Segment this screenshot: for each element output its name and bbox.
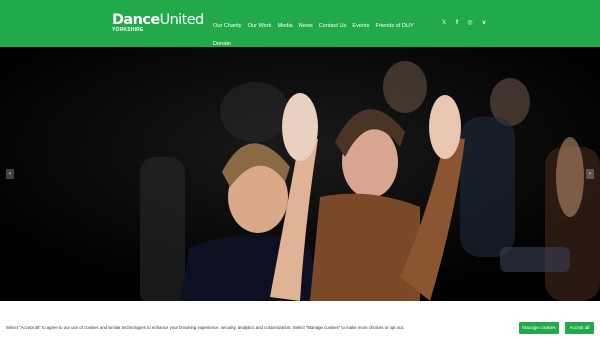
- hero-slider: ‹ ›: [0, 47, 600, 301]
- slider-prev-button[interactable]: ‹: [6, 169, 14, 179]
- logo-wordmark: DanceUnited: [112, 12, 204, 28]
- nav-friends-of-duy[interactable]: Friends of DUY: [375, 21, 413, 31]
- nav-news[interactable]: News: [299, 21, 313, 31]
- vimeo-icon[interactable]: v: [480, 19, 488, 27]
- cookie-message: Select "Accept all" to agree to our use …: [6, 325, 404, 330]
- nav-our-work[interactable]: Our Work: [248, 21, 272, 31]
- accept-all-button[interactable]: Accept all: [565, 322, 594, 334]
- manage-cookies-button[interactable]: Manage cookies: [519, 322, 559, 334]
- facebook-icon[interactable]: f: [453, 19, 461, 27]
- site-header: DanceUnited YORKSHIRE Our Charity Our Wor…: [0, 0, 600, 47]
- cookie-banner: Select "Accept all" to agree to our use …: [0, 301, 600, 338]
- nav-contact-us[interactable]: Contact Us: [319, 21, 347, 31]
- site-logo[interactable]: DanceUnited YORKSHIRE: [112, 12, 204, 33]
- nav-our-charity[interactable]: Our Charity: [213, 21, 242, 31]
- slider-next-button[interactable]: ›: [586, 169, 594, 179]
- instagram-icon[interactable]: ◎: [466, 19, 474, 27]
- nav-events[interactable]: Events: [352, 21, 369, 31]
- hero-image: [0, 47, 600, 301]
- x-twitter-icon[interactable]: 𝕏: [440, 19, 448, 27]
- nav-media[interactable]: Media: [277, 21, 292, 31]
- main-nav: Our Charity Our Work Media News Contact Us Ev…: [213, 14, 428, 50]
